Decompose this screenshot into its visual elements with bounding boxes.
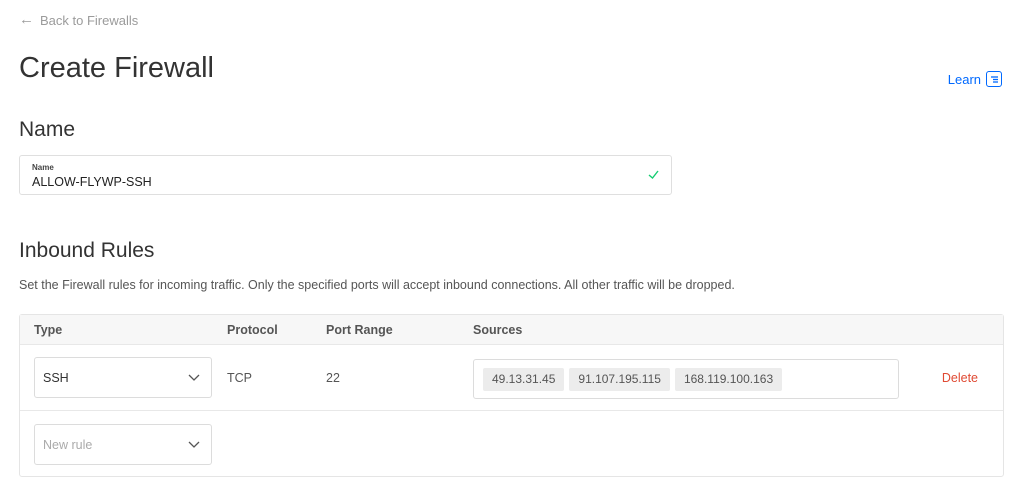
chevron-down-icon (188, 438, 200, 453)
column-header-protocol: Protocol (227, 323, 278, 337)
table-header: Type Protocol Port Range Sources (20, 315, 1003, 345)
column-header-sources: Sources (473, 323, 523, 337)
column-header-port-range: Port Range (326, 323, 393, 337)
table-row: SSH TCP 22 49.13.31.45 91.107.195.115 16… (20, 345, 1003, 411)
book-icon (986, 71, 1002, 87)
new-rule-row: New rule (20, 411, 1003, 478)
rule-protocol: TCP (227, 371, 252, 385)
source-tag[interactable]: 49.13.31.45 (483, 367, 565, 391)
delete-rule-button[interactable]: Delete (942, 371, 978, 385)
chevron-down-icon (188, 371, 200, 386)
name-field[interactable]: Name ALLOW-FLYWP-SSH (19, 155, 672, 195)
inbound-rules-heading: Inbound Rules (19, 239, 155, 262)
back-to-firewalls-link[interactable]: ← Back to Firewalls (19, 12, 138, 28)
name-section-heading: Name (19, 118, 76, 141)
new-rule-select[interactable]: New rule (34, 424, 212, 465)
name-field-value[interactable]: ALLOW-FLYWP-SSH (32, 175, 152, 189)
learn-label: Learn (947, 71, 981, 87)
new-rule-placeholder: New rule (43, 438, 93, 452)
checkmark-icon (647, 168, 660, 184)
page-title: Create Firewall (19, 52, 214, 84)
rule-sources-input[interactable]: 49.13.31.45 91.107.195.115 168.119.100.1… (473, 359, 899, 399)
source-tag[interactable]: 168.119.100.163 (674, 367, 783, 391)
inbound-rules-table: Type Protocol Port Range Sources SSH TCP… (19, 314, 1004, 477)
rule-type-value: SSH (43, 371, 69, 385)
rule-port-range: 22 (326, 371, 340, 385)
rule-type-select[interactable]: SSH (34, 357, 212, 398)
column-header-type: Type (34, 323, 63, 337)
learn-link[interactable]: Learn (948, 71, 1002, 87)
inbound-rules-description: Set the Firewall rules for incoming traf… (19, 278, 735, 292)
name-field-label: Name (32, 163, 54, 172)
source-tag[interactable]: 91.107.195.115 (569, 367, 670, 391)
back-link-label: Back to Firewalls (40, 12, 139, 28)
arrow-left-icon: ← (19, 11, 34, 28)
